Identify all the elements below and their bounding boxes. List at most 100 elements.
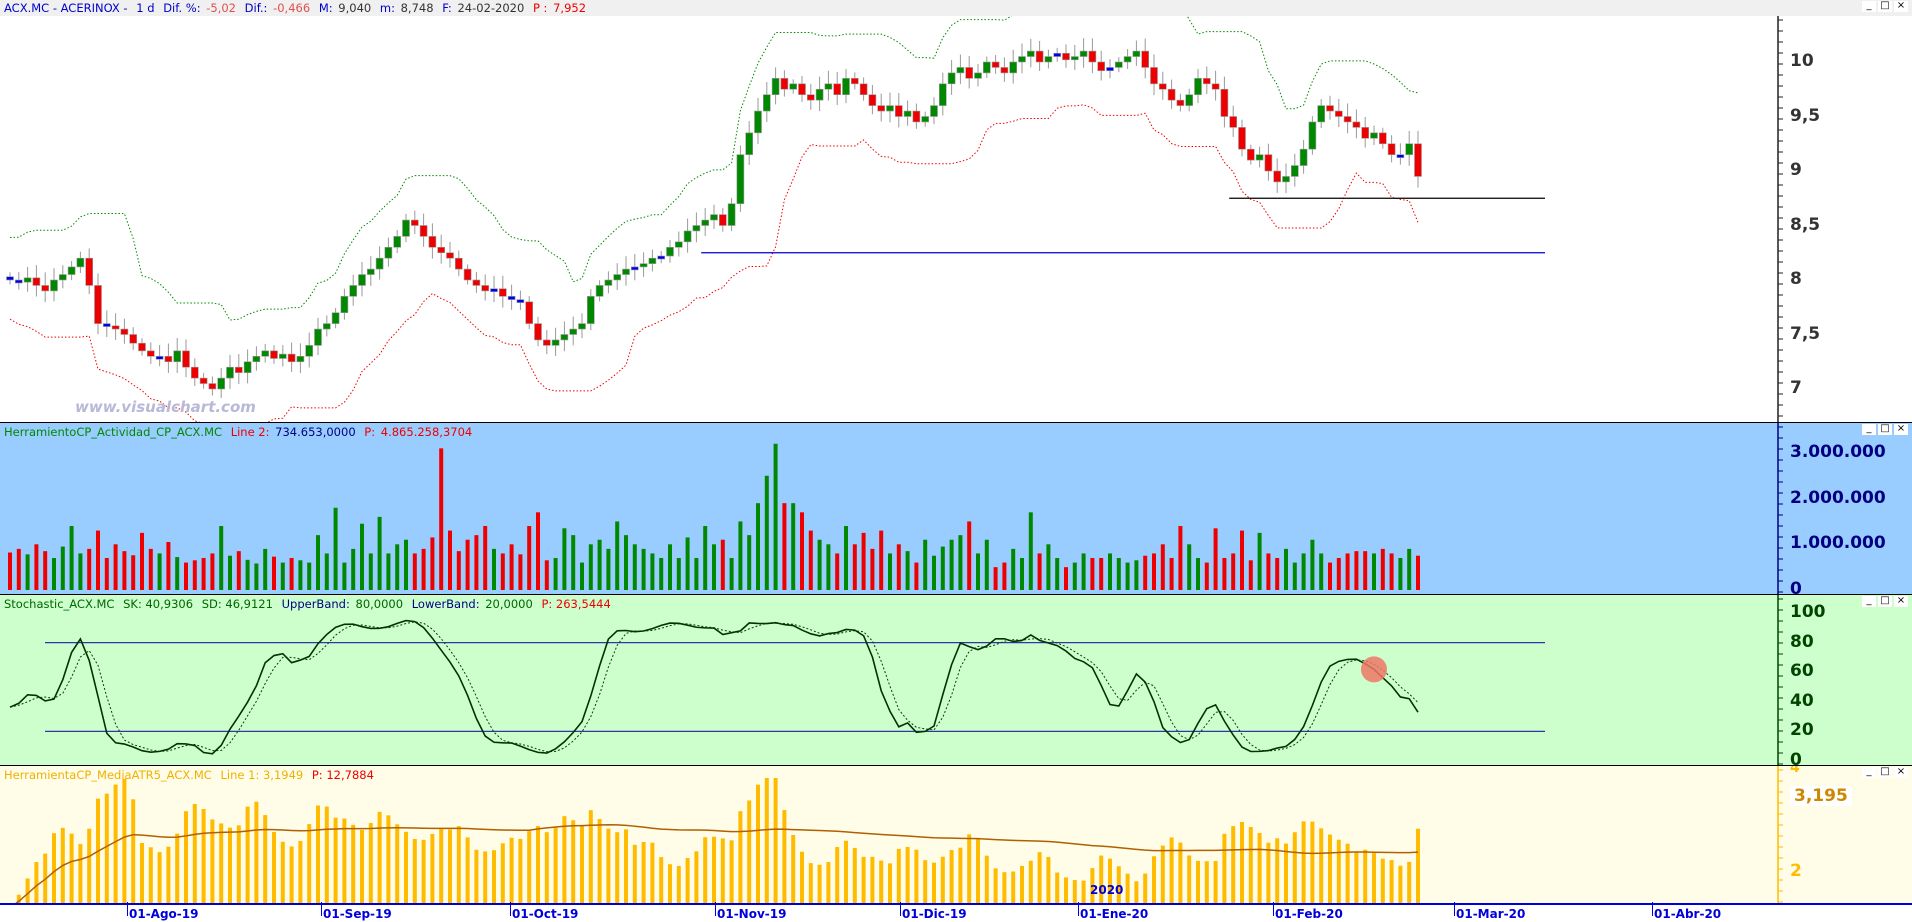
volume-bar <box>932 555 936 590</box>
atr-bar <box>817 864 822 903</box>
atr-bar <box>1257 833 1262 903</box>
minimize-button[interactable]: _ <box>1862 1 1876 12</box>
candle <box>349 285 358 297</box>
stochastic-axis-label: 40 <box>1790 690 1814 711</box>
maximize-button[interactable]: □ <box>1878 767 1892 778</box>
candle <box>516 299 525 303</box>
candle <box>463 268 472 281</box>
candle <box>305 345 314 357</box>
atr-p: P: 12,7884 <box>311 768 374 782</box>
volume-bar <box>201 558 206 590</box>
candle <box>974 72 982 79</box>
volume-axis-label: 3.000.000 <box>1790 441 1886 462</box>
atr-bar <box>1301 821 1306 903</box>
volume-bar <box>993 567 998 590</box>
candle <box>525 301 534 324</box>
date-axis-label: 01-Nov-19 <box>715 902 786 921</box>
candle <box>542 339 551 346</box>
atr-bar <box>1020 865 1024 903</box>
volume-bar <box>1284 548 1288 590</box>
volume-bar <box>219 526 224 590</box>
atr-chart[interactable] <box>0 766 1912 903</box>
maximize-button[interactable]: □ <box>1878 424 1892 435</box>
atr-bar <box>1222 833 1227 903</box>
volume-bar <box>1354 551 1359 590</box>
maximize-button[interactable]: □ <box>1878 596 1892 607</box>
atr-bar <box>773 778 778 903</box>
volume-bar <box>1196 558 1200 590</box>
candle <box>877 105 886 112</box>
stochastic-axis-label: 20 <box>1790 720 1814 741</box>
close-button[interactable]: × <box>1894 767 1908 778</box>
atr-bar <box>782 810 787 903</box>
volume-bar <box>492 548 496 590</box>
atr-bar <box>289 846 294 903</box>
volume-bar <box>34 544 39 590</box>
volume-bar <box>404 539 408 590</box>
price-panel[interactable]: www.visualchart.com 10 9,5 9 8,5 8 7,5 7 <box>0 16 1912 422</box>
candle <box>771 78 780 95</box>
atr-bar <box>492 850 496 903</box>
close-button[interactable]: × <box>1894 1 1908 12</box>
atr-bar <box>148 847 153 903</box>
atr-bar <box>140 842 144 903</box>
watermark: www.visualchart.com <box>75 398 256 416</box>
atr-bar <box>615 832 620 903</box>
volume-bar <box>1072 562 1077 590</box>
candle <box>437 247 446 254</box>
minimize-button[interactable]: _ <box>1862 596 1876 607</box>
close-button[interactable]: × <box>1894 596 1908 607</box>
atr-panel[interactable]: HerramientaCP_MediaATR5_ACX.MC Line 1: 3… <box>0 765 1912 903</box>
volume-bar <box>826 544 831 590</box>
atr-bar <box>78 844 83 903</box>
atr-bar <box>333 817 338 903</box>
atr-bar <box>316 805 320 903</box>
volume-chart[interactable] <box>0 423 1912 594</box>
candle <box>806 94 815 101</box>
signal-marker <box>1361 656 1387 683</box>
candle <box>1370 132 1378 139</box>
volume-bar <box>1064 567 1068 590</box>
candle <box>103 323 111 327</box>
candle <box>868 94 877 106</box>
atr-bar <box>157 852 162 903</box>
date-axis-label: 01-Abr-20 <box>1652 902 1721 921</box>
atr-bar <box>192 803 197 903</box>
maximize-button[interactable]: □ <box>1878 1 1892 12</box>
price-axis-label: 9,5 <box>1790 105 1821 126</box>
stochastic-chart[interactable] <box>0 595 1912 765</box>
candle <box>419 225 428 237</box>
atr-bar <box>175 833 180 903</box>
candle <box>674 241 683 248</box>
atr-bar <box>571 820 576 903</box>
stochastic-panel[interactable]: Stochastic_ACX.MC SK: 40,9306 SD: 46,912… <box>0 594 1912 765</box>
candle <box>296 355 305 363</box>
atr-bar <box>694 851 699 903</box>
price-chart[interactable] <box>0 16 1912 422</box>
candle <box>507 296 516 300</box>
close-button[interactable]: × <box>1894 424 1908 435</box>
minimize-button[interactable]: _ <box>1862 767 1876 778</box>
candle <box>129 334 137 344</box>
volume-bar <box>1336 558 1341 590</box>
atr-bar <box>747 800 752 903</box>
candle <box>622 268 630 275</box>
atr-bar <box>113 784 118 903</box>
atr-bar <box>69 833 74 903</box>
volume-bar <box>96 530 100 590</box>
atr-bar <box>1275 838 1280 903</box>
volume-panel[interactable]: HerramientoCP_Actividad_CP_ACX.MC Line 2… <box>0 422 1912 594</box>
candle <box>226 366 234 379</box>
atr-bar <box>1416 828 1420 903</box>
volume-bar <box>967 521 972 590</box>
atr-bar <box>1284 843 1288 903</box>
volume-bar <box>1266 553 1271 590</box>
minimize-button[interactable]: _ <box>1862 424 1876 435</box>
candle <box>402 219 410 237</box>
volume-bar <box>940 546 945 590</box>
candle <box>1115 61 1123 68</box>
dif-label: Dif.: <box>244 1 268 15</box>
atr-bar <box>984 855 989 903</box>
atr-bar <box>940 856 945 903</box>
atr-bar <box>606 828 611 903</box>
